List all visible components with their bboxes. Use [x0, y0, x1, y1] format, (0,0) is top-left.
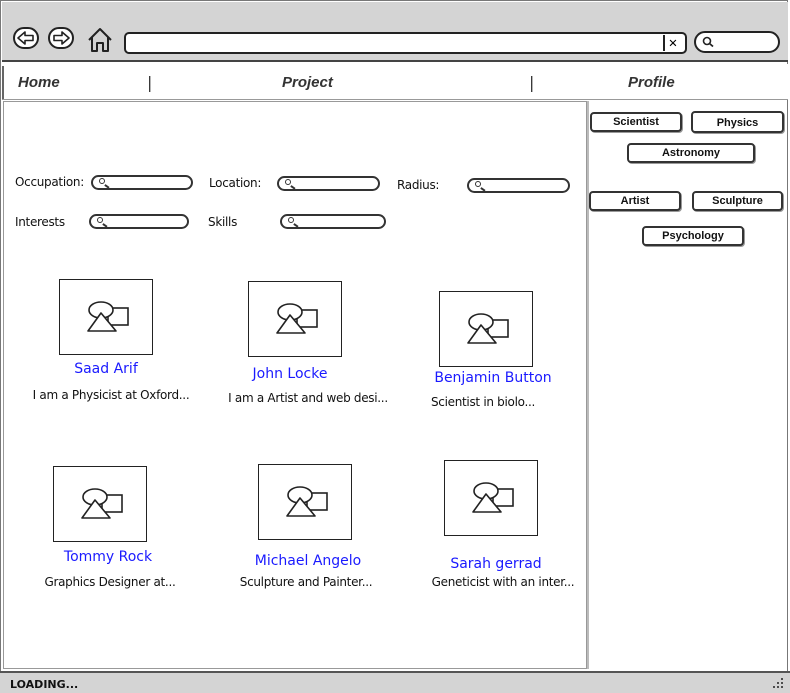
profile-photo[interactable] — [439, 291, 533, 367]
image-placeholder-icon — [81, 488, 123, 519]
profile-name[interactable]: Benjamin Button — [413, 370, 573, 386]
image-placeholder-icon — [472, 482, 514, 513]
menu-bar-edge — [2, 66, 4, 99]
search-icon — [97, 217, 103, 223]
search-icon — [99, 178, 105, 184]
search-icon — [475, 181, 481, 187]
profile-description: Scientist in biolo... — [430, 395, 535, 409]
tag-sculpture[interactable]: Sculpture — [692, 191, 783, 211]
occupation-label: Occupation: — [15, 175, 84, 189]
interests-input[interactable] — [89, 214, 189, 229]
image-placeholder-icon — [276, 303, 318, 334]
profile-description: Graphics Designer at... — [44, 575, 176, 589]
location-input[interactable] — [277, 176, 380, 191]
profile-name[interactable]: Tommy Rock — [28, 549, 188, 565]
menu-item-home[interactable]: Home — [18, 74, 60, 91]
menu-separator: | — [147, 73, 153, 92]
profile-photo[interactable] — [53, 466, 147, 542]
tag-astronomy[interactable]: Astronomy — [627, 143, 755, 163]
forward-button[interactable] — [48, 27, 74, 49]
profile-description: Sculpture and Painter... — [239, 575, 373, 589]
search-icon — [288, 217, 294, 223]
profile-name[interactable]: John Locke — [210, 366, 370, 382]
close-icon[interactable]: ✕ — [663, 35, 681, 51]
address-bar[interactable]: ✕ — [124, 32, 687, 54]
back-button[interactable] — [13, 27, 39, 49]
image-placeholder-icon — [286, 486, 328, 517]
tags-panel — [587, 101, 787, 669]
profile-description: Geneticist with an inter... — [431, 575, 575, 589]
profile-description: I am a Physicist at Oxford... — [32, 388, 190, 402]
home-button[interactable] — [86, 27, 114, 53]
status-bar: LOADING... — [0, 671, 790, 693]
skills-label: Skills — [208, 215, 238, 229]
status-text: LOADING... — [10, 678, 79, 691]
radius-input[interactable] — [467, 178, 570, 193]
home-icon — [88, 28, 112, 52]
profile-photo[interactable] — [444, 460, 538, 536]
profile-photo[interactable] — [248, 281, 342, 357]
forward-arrow-icon — [53, 31, 70, 45]
menu-item-profile[interactable]: Profile — [628, 74, 675, 91]
tag-artist[interactable]: Artist — [589, 191, 681, 211]
location-label: Location: — [209, 176, 262, 190]
search-icon — [702, 36, 714, 48]
tag-psychology[interactable]: Psychology — [642, 226, 744, 246]
profile-description: I am a Artist and web desi... — [228, 391, 388, 405]
resize-grip-icon[interactable] — [772, 677, 784, 689]
interests-label: Interests — [15, 215, 65, 229]
radius-label: Radius: — [397, 178, 440, 192]
tag-scientist[interactable]: Scientist — [590, 112, 682, 132]
tag-physics[interactable]: Physics — [691, 111, 784, 133]
image-placeholder-icon — [87, 301, 129, 332]
occupation-input[interactable] — [91, 175, 193, 190]
profile-name[interactable]: Michael Angelo — [228, 553, 388, 569]
search-icon — [285, 179, 291, 185]
skills-input[interactable] — [280, 214, 386, 229]
browser-search-input[interactable] — [694, 31, 780, 53]
menu-item-project[interactable]: Project — [282, 74, 333, 91]
back-arrow-icon — [17, 31, 34, 45]
image-placeholder-icon — [467, 313, 509, 344]
profile-name[interactable]: Sarah gerrad — [416, 556, 576, 572]
profile-photo[interactable] — [258, 464, 352, 540]
menu-separator: | — [529, 73, 535, 92]
profile-photo[interactable] — [59, 279, 153, 355]
profile-name[interactable]: Saad Arif — [26, 361, 186, 377]
